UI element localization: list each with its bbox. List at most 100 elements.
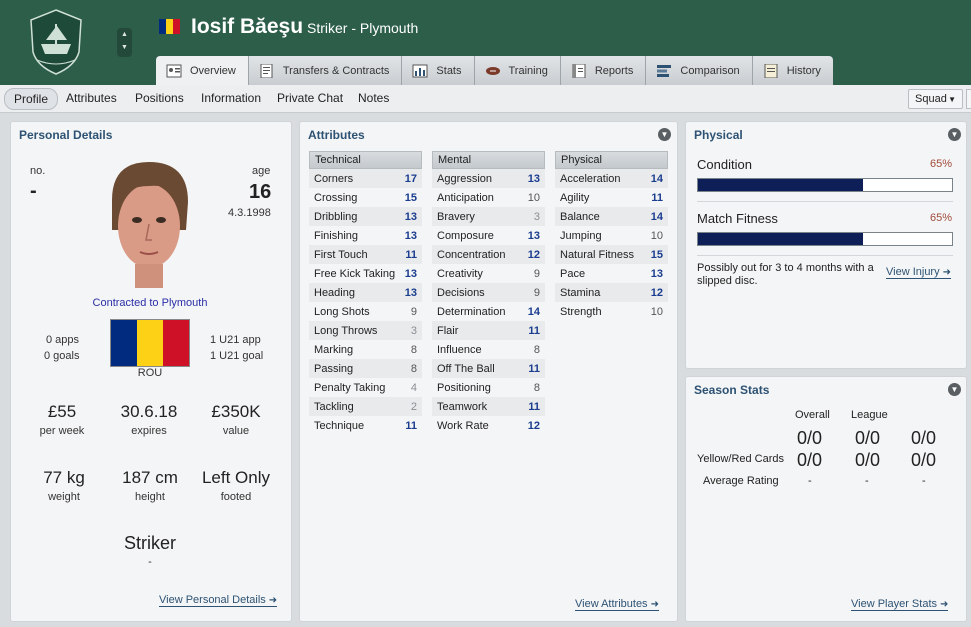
attribute-name: Strength: [560, 305, 602, 318]
attribute-value: 9: [410, 305, 417, 318]
tab-overview[interactable]: Overview: [156, 56, 249, 86]
arrow-right-icon: ➜: [650, 599, 659, 610]
attribute-name: Marking: [314, 343, 354, 356]
attribute-name: Work Rate: [437, 419, 489, 432]
attribute-row: Off The Ball 11: [432, 359, 545, 378]
attribute-name: Balance: [560, 210, 600, 223]
subnav-attributes[interactable]: Attributes: [66, 91, 117, 105]
player-switch-stepper[interactable]: ▲ ▼: [117, 28, 132, 57]
attribute-row: Positioning 8: [432, 378, 545, 397]
view-player-stats-link[interactable]: View Player Stats ➜: [851, 598, 949, 611]
subnav-private-chat[interactable]: Private Chat: [277, 91, 343, 105]
nation-flag-icon: [159, 19, 180, 34]
collapse-icon[interactable]: ▼: [948, 128, 961, 141]
preferred-foot-label: footed: [220, 491, 252, 503]
attribute-value: 13: [527, 172, 540, 185]
attribute-value: 3: [410, 324, 417, 337]
subnav-positions[interactable]: Positions: [135, 91, 184, 105]
view-attributes-link[interactable]: View Attributes ➜: [575, 598, 659, 611]
attribute-value: 14: [650, 210, 663, 223]
panel-title: Personal Details: [19, 128, 113, 142]
chevron-up-icon[interactable]: ▲: [117, 28, 132, 41]
attribute-value: 12: [527, 419, 540, 432]
injury-description: Possibly out for 3 to 4 months with a sl…: [697, 262, 874, 287]
tab-reports[interactable]: Reports: [560, 56, 647, 85]
average-rating-label: Average Rating: [703, 475, 779, 487]
attribute-value: 9: [533, 267, 540, 280]
chevron-down-icon[interactable]: ▼: [117, 41, 132, 54]
ball-icon: [485, 66, 500, 75]
tab-transfers-contracts[interactable]: Transfers & Contracts: [248, 56, 403, 85]
tab-stats[interactable]: Stats: [402, 56, 475, 85]
panel-title: Season Stats: [694, 383, 770, 397]
attribute-value: 12: [527, 248, 540, 261]
tab-comparison[interactable]: Comparison: [646, 56, 753, 85]
attribute-row: Finishing 13: [309, 226, 422, 245]
attribute-name: Influence: [437, 343, 482, 356]
attribute-value: 2: [410, 400, 417, 413]
player-value: £350K: [211, 402, 261, 421]
contract-expiry-value: 30.6.18: [120, 402, 178, 421]
attribute-row: Penalty Taking 4: [309, 378, 422, 397]
preferred-foot-value: Left Only: [201, 468, 271, 487]
attribute-name: Teamwork: [437, 400, 488, 413]
player-subtitle: Striker - Plymouth: [307, 20, 419, 36]
condition-bar-fill: [698, 179, 864, 191]
subnav-notes[interactable]: Notes: [358, 91, 389, 105]
tab-history[interactable]: History: [752, 56, 833, 85]
attribute-name: Determination: [437, 305, 506, 318]
match-fitness-label: Match Fitness: [697, 211, 778, 226]
view-injury-link[interactable]: View Injury ➜: [886, 266, 951, 279]
attribute-row: Natural Fitness 15: [555, 245, 668, 264]
collapse-icon[interactable]: ▼: [948, 383, 961, 396]
attribute-value: 9: [533, 286, 540, 299]
squad-number-value: -: [30, 180, 37, 202]
attribute-row: Jumping 10: [555, 226, 668, 245]
attribute-name: First Touch: [314, 248, 368, 261]
condition-bar: [697, 178, 953, 192]
attribute-row: Technique 11: [309, 416, 422, 435]
attribute-name: Finishing: [314, 229, 359, 242]
column-header: Mental: [432, 151, 545, 169]
attribute-value: 10: [650, 229, 663, 242]
extra-dropdown-edge[interactable]: [966, 89, 971, 109]
sub-navigation: Profile Attributes Positions Information…: [0, 85, 971, 113]
subnav-information[interactable]: Information: [201, 91, 261, 105]
contract-doc-icon: [260, 63, 273, 78]
subnav-profile[interactable]: Profile: [4, 88, 59, 110]
wage-label: per week: [39, 425, 85, 437]
history-note-icon: [764, 63, 778, 78]
age-value: 16: [249, 181, 272, 203]
attribute-name: Corners: [314, 172, 354, 185]
attribute-name: Flair: [437, 324, 459, 337]
mental-attributes: Mental Aggression 13 Anticipation 10 Bravery…: [432, 151, 545, 435]
attribute-value: 14: [650, 172, 663, 185]
report-book-icon: [572, 63, 586, 78]
squad-dropdown[interactable]: Squad ▼: [908, 89, 963, 109]
contract-status: Contracted to Plymouth: [92, 297, 208, 309]
collapse-icon[interactable]: ▼: [658, 128, 671, 141]
match-fitness-percent: 65%: [930, 212, 953, 224]
attribute-value: 13: [404, 286, 417, 299]
tab-training[interactable]: Training: [474, 56, 561, 85]
attribute-value: 10: [527, 191, 540, 204]
attribute-row: Long Shots 9: [309, 302, 422, 321]
cards-value: 0/0: [797, 450, 823, 470]
tab-bar: Overview Transfers & Contracts Stats Tra…: [156, 56, 833, 86]
weight-label: weight: [48, 491, 80, 503]
attribute-row: Acceleration 14: [555, 169, 668, 188]
attribute-row: Corners 17: [309, 169, 422, 188]
squad-number-label: no.: [30, 165, 46, 177]
attribute-name: Pace: [560, 267, 586, 280]
divider: [697, 255, 953, 256]
match-fitness-bar-fill: [698, 233, 864, 245]
view-personal-details-link[interactable]: View Personal Details ➜: [159, 594, 278, 607]
attribute-row: Decisions 9: [432, 283, 545, 302]
attribute-name: Dribbling: [314, 210, 358, 223]
attribute-name: Composure: [437, 229, 494, 242]
attribute-row: Anticipation 10: [432, 188, 545, 207]
attribute-row: First Touch 11: [309, 245, 422, 264]
attribute-name: Positioning: [437, 381, 491, 394]
attribute-name: Decisions: [437, 286, 485, 299]
attribute-row: Free Kick Taking 13: [309, 264, 422, 283]
